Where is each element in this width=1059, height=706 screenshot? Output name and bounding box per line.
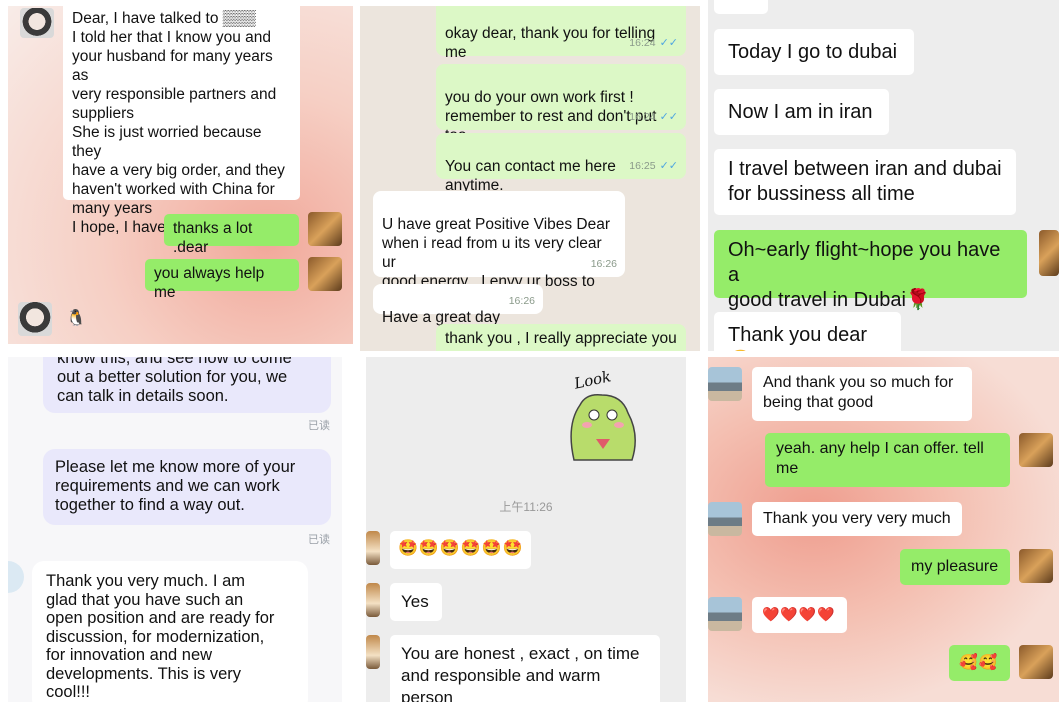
chat-timestamp: 上午11:26 <box>499 500 553 514</box>
outgoing-message[interactable]: okay dear, thank you for telling me so m… <box>436 6 686 118</box>
contact-avatar[interactable] <box>18 302 52 336</box>
my-avatar[interactable] <box>308 257 342 291</box>
outgoing-message[interactable]: you always help me <box>145 259 299 301</box>
incoming-message[interactable]: Today I go to dubai <box>714 29 914 75</box>
message-time: 16:25 ✓✓ <box>629 160 678 172</box>
outgoing-message[interactable]: 🥰🥰 <box>949 645 1010 681</box>
message-time: 16:24 ✓✓ <box>629 111 678 123</box>
outgoing-message[interactable]: You can contact me here anytime. 16:25 ✓✓ <box>436 133 686 194</box>
incoming-message[interactable] <box>714 0 768 14</box>
chat-panel-2: okay dear, thank you for telling me so m… <box>360 6 700 351</box>
smile-emoji: 🥰🥰 <box>959 654 999 671</box>
outgoing-message[interactable]: yeah. any help I can offer. tell me <box>765 433 1010 487</box>
my-avatar[interactable] <box>1019 645 1053 679</box>
contact-avatar[interactable] <box>708 597 742 631</box>
outgoing-message[interactable]: thank you , I really appreciate you <box>436 324 686 351</box>
chat-panel-6: And thank you so much for being that goo… <box>708 357 1059 702</box>
my-avatar[interactable] <box>1019 433 1053 467</box>
incoming-message[interactable]: ❤️❤️❤️❤️ <box>752 597 847 633</box>
incoming-message[interactable]: Thank you very much. I am glad that you … <box>32 561 308 702</box>
outgoing-message[interactable]: Oh~early flight~hope you have a good tra… <box>714 230 1027 311</box>
incoming-message[interactable]: Thank you very very much <box>752 502 962 536</box>
chat-panel-5: Look 上午11:26 🤩🤩🤩🤩🤩🤩 Yes You are honest ,… <box>366 357 686 702</box>
contact-avatar[interactable] <box>20 8 54 38</box>
message-time: 16:24 ✓✓ <box>629 37 678 49</box>
read-ticks-icon: ✓✓ <box>659 37 678 49</box>
incoming-message[interactable]: Have a great day 16:26 <box>373 284 543 326</box>
my-avatar[interactable] <box>308 212 342 246</box>
dinosaur-sticker[interactable]: Look <box>556 365 648 463</box>
message-time: 16:26 <box>508 295 535 307</box>
incoming-message[interactable]: Now I am in iran <box>714 89 889 135</box>
incoming-message[interactable]: Dear, I have talked to ▒▒▒ I told her th… <box>63 6 300 236</box>
message-text: You can contact me here anytime. <box>445 158 616 194</box>
my-avatar[interactable] <box>1039 230 1059 276</box>
incoming-message[interactable]: U have great Positive Vibes Dear when i … <box>373 191 625 309</box>
outgoing-message[interactable]: thanks a lot .dear <box>164 214 299 256</box>
dinosaur-icon <box>570 393 636 461</box>
read-status: 已读 <box>308 420 330 432</box>
contact-avatar[interactable] <box>366 635 380 669</box>
incoming-message[interactable]: Please let me know more of your requirem… <box>43 449 331 525</box>
chat-panel-1: Dear, I have talked to ▒▒▒ I told her th… <box>8 6 353 344</box>
contact-avatar[interactable] <box>366 531 380 565</box>
read-status: 已读 <box>308 534 330 546</box>
read-ticks-icon: ✓✓ <box>659 111 678 123</box>
incoming-message[interactable]: You are honest , exact , on time and res… <box>390 635 660 702</box>
my-avatar[interactable] <box>1019 549 1053 583</box>
contact-avatar[interactable] <box>8 561 24 593</box>
contact-avatar[interactable] <box>708 367 742 401</box>
contact-avatar[interactable] <box>708 502 742 536</box>
contact-avatar[interactable] <box>366 583 380 617</box>
emoji-row: 🤩🤩🤩🤩🤩🤩 <box>398 540 524 557</box>
read-ticks-icon: ✓✓ <box>659 160 678 172</box>
outgoing-message[interactable]: my pleasure <box>900 549 1010 585</box>
incoming-message[interactable]: Thank you dear 😁 <box>714 312 901 351</box>
outgoing-message[interactable]: you do your own work first ! remember to… <box>436 64 686 163</box>
chat-panel-4: know this, and see how to come out a bet… <box>8 357 342 702</box>
incoming-message[interactable]: I travel between iran and dubai for buss… <box>714 149 1016 215</box>
incoming-message[interactable]: 🤩🤩🤩🤩🤩🤩 <box>390 531 531 569</box>
incoming-message[interactable]: Yes <box>390 583 442 621</box>
penguin-icon: 🐧 <box>66 310 86 327</box>
incoming-message[interactable]: know this, and see how to come out a bet… <box>43 357 331 413</box>
hearts-emoji: ❤️❤️❤️❤️ <box>762 606 836 622</box>
chat-panel-3: Today I go to dubai Now I am in iran I t… <box>708 0 1059 351</box>
incoming-message[interactable]: And thank you so much for being that goo… <box>752 367 972 421</box>
message-time: 16:26 <box>590 258 617 270</box>
